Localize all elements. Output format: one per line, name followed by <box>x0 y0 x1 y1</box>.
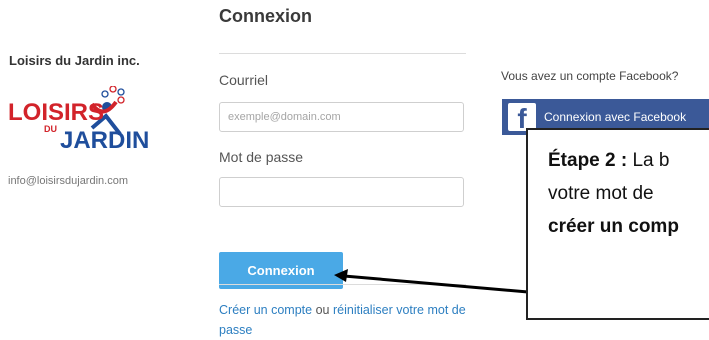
annotation-line-3-text: créer un comp <box>548 216 679 237</box>
or-text: ou <box>315 303 330 317</box>
facebook-login-label: Connexion avec Facebook <box>544 110 687 124</box>
annotation-line-3: créer un comp <box>548 210 709 243</box>
organization-email: info@loisirsdujardin.com <box>8 175 128 187</box>
title-divider <box>219 53 466 54</box>
annotation-line-2: votre mot de <box>548 183 654 204</box>
annotation-line-1-text: La b <box>632 150 670 171</box>
logo-text-jardin: JARDIN <box>60 127 149 152</box>
facebook-icon: f <box>508 103 536 134</box>
organization-name: Loisirs du Jardin inc. <box>9 53 140 68</box>
annotation-callout: Étape 2 : La b votre mot de créer un com… <box>526 128 709 320</box>
create-account-link[interactable]: Créer un compte <box>219 303 312 317</box>
account-links: Créer un compte ou réinitialiser votre m… <box>219 300 469 340</box>
email-label: Courriel <box>219 72 269 88</box>
annotation-step-label: Étape 2 : <box>548 150 628 171</box>
password-field[interactable] <box>219 177 464 207</box>
annotation-arrow <box>334 269 529 294</box>
page-title: Connexion <box>219 6 312 26</box>
logo-text-loisirs: LOISIRS <box>8 99 104 126</box>
facebook-question: Vous avez un compte Facebook? <box>501 69 679 83</box>
annotation-line-1: Étape 2 : La b <box>548 144 709 177</box>
email-field[interactable] <box>219 102 464 132</box>
logo-text-du: DU <box>44 124 57 134</box>
organization-logo: LOISIRS DU JARDIN <box>8 86 149 152</box>
password-label: Mot de passe <box>219 149 304 165</box>
